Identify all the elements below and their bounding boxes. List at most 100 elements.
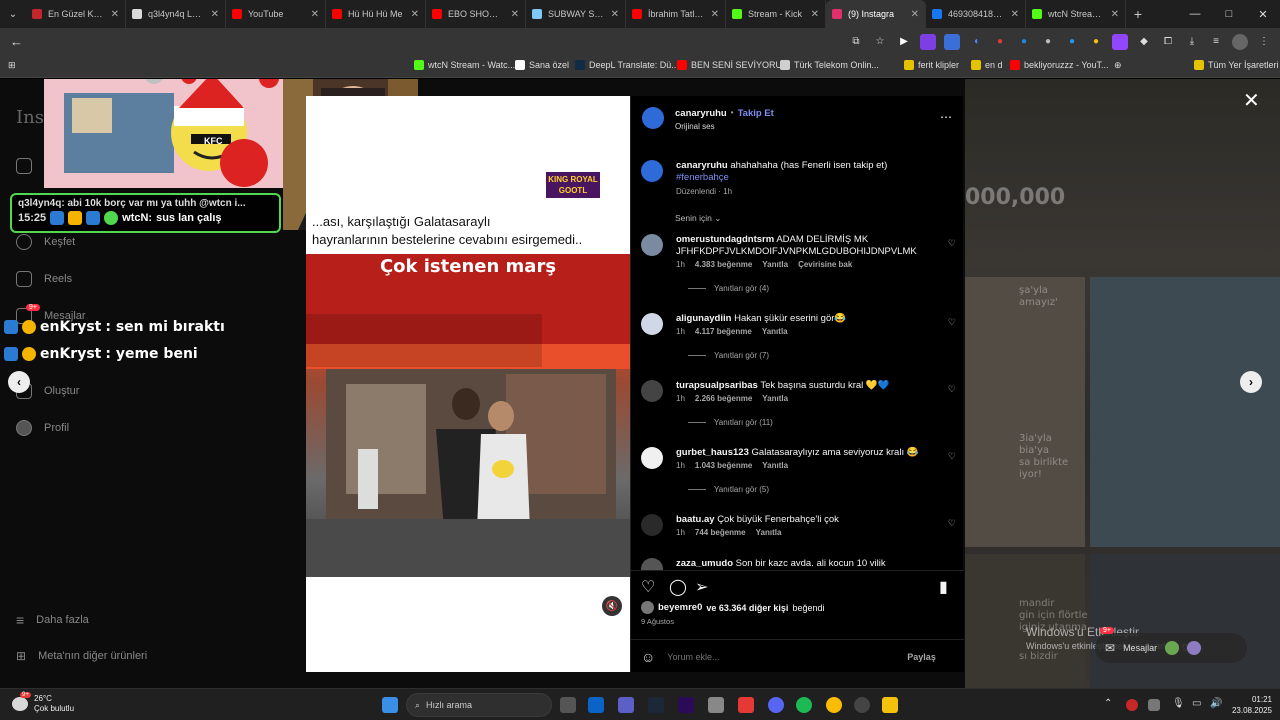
previous-post-button[interactable]: ‹ [8, 371, 30, 393]
browser-tab[interactable]: Hü Hü Hü Me ✕ [326, 0, 426, 28]
emoji-icon[interactable]: ☺ [641, 649, 655, 665]
audio-label[interactable]: Orijinal ses [675, 122, 715, 131]
heart-icon[interactable]: ♡ [641, 579, 659, 597]
new-tab-button[interactable]: + [1126, 6, 1150, 22]
steam-icon[interactable] [648, 697, 664, 713]
like-comment-heart-icon[interactable]: ♡ [948, 238, 956, 249]
bookmark-item[interactable]: BEN SENİ SEVİYORU... [677, 60, 790, 70]
view-replies-button[interactable]: Yanıtları gör (5) [688, 485, 769, 494]
liker-username[interactable]: beyemre0 [658, 602, 702, 613]
share-plane-icon[interactable]: ➢ [695, 579, 713, 597]
multicolor-extension-icon[interactable]: ● [1088, 34, 1104, 50]
bookmark-item[interactable]: Türk Telekom Onlin... [780, 60, 879, 70]
comment-likes[interactable]: 2.266 beğenme [695, 394, 752, 403]
next-post-button[interactable]: › [1240, 371, 1262, 393]
all-bookmarks-folder[interactable]: Tüm Yer İşaretleri [1194, 60, 1279, 70]
follow-button[interactable]: Takip Et [738, 108, 774, 119]
spotify-icon[interactable] [796, 697, 812, 713]
comment-reply[interactable]: Yanıtla [762, 327, 788, 336]
bookmark-item[interactable]: DeepL Translate: Dü... [575, 60, 679, 70]
browser-tab[interactable]: İbrahim Tatlıse ✕ [626, 0, 726, 28]
back-arrow-icon[interactable]: ← [10, 34, 23, 49]
close-tab-icon[interactable]: ✕ [411, 9, 419, 20]
comment-likes[interactable]: 1.043 beğenme [695, 461, 752, 470]
microphone-icon[interactable]: 🎙 [1172, 698, 1185, 709]
caption-username[interactable]: canaryruhu [676, 160, 728, 171]
play-extension-icon[interactable]: ▶ [896, 34, 912, 50]
liker-avatar[interactable] [641, 601, 654, 614]
browser-tab[interactable]: q3l4yn4q Lead ✕ [126, 0, 226, 28]
nav-profile[interactable]: Profil [16, 420, 69, 436]
cast-icon[interactable]: ⧉ [848, 34, 864, 50]
commenter-avatar[interactable] [641, 380, 663, 402]
commenter-username[interactable]: gurbet_haus123 [676, 447, 749, 458]
close-tab-icon[interactable]: ✕ [511, 9, 519, 20]
playlist-icon[interactable]: ≡ [1208, 34, 1224, 50]
premiere-icon[interactable] [678, 697, 694, 713]
commenter-username[interactable]: baatu.ay [676, 514, 715, 525]
maximize-button[interactable]: □ [1212, 0, 1246, 28]
home-icon[interactable] [16, 158, 44, 174]
like-comment-heart-icon[interactable]: ♡ [948, 451, 956, 462]
browser-tab[interactable]: Stream - Kick ✕ [726, 0, 826, 28]
reel-player[interactable]: KING ROYAL GOOTL ...ası, karşılaştığı Ga… [306, 96, 630, 672]
like-comment-heart-icon[interactable]: ♡ [948, 317, 956, 328]
hashtag-link[interactable]: #fenerbahçe [676, 172, 729, 183]
browser-tab[interactable]: YouTube ✕ [226, 0, 326, 28]
browser-tab[interactable]: wtcN Stream - ✕ [1026, 0, 1126, 28]
bookmark-item[interactable]: wtcN Stream - Watc... [414, 60, 515, 70]
blue-extension-icon[interactable]: ● [1016, 34, 1032, 50]
close-tab-icon[interactable]: ✕ [711, 9, 719, 20]
save-bookmark-icon[interactable]: ▮ [939, 579, 957, 597]
bookmark-folder[interactable]: en d [971, 60, 1003, 70]
commenter-username[interactable]: turapsualpsaribas [676, 380, 758, 391]
browser-tab[interactable]: EBO SHOW | E ✕ [426, 0, 526, 28]
view-replies-button[interactable]: Yanıtları gör (4) [688, 284, 769, 293]
comment-reply[interactable]: Yanıtla [762, 461, 788, 470]
github-icon[interactable] [854, 697, 870, 713]
taskbar-search[interactable]: ⌕ Hızlı arama [406, 693, 552, 717]
commenter-avatar[interactable] [641, 514, 663, 536]
reel-video-frame[interactable] [306, 254, 630, 577]
commenter-username[interactable]: zaza_umudo [676, 558, 733, 569]
twitch-extension-icon[interactable] [1112, 34, 1128, 50]
bookmark-item[interactable]: Sana özel [515, 60, 569, 70]
mute-button[interactable]: 🔇 [602, 596, 622, 616]
comment-reply[interactable]: Yanıtla [762, 394, 788, 403]
vpn-extension-icon[interactable]: ● [1064, 34, 1080, 50]
close-tab-icon[interactable]: ✕ [1111, 9, 1119, 20]
outlook-icon[interactable] [588, 697, 604, 713]
extension-purple-icon[interactable] [920, 34, 936, 50]
commenter-avatar[interactable] [641, 313, 663, 335]
volume-icon[interactable]: 🔊 [1210, 698, 1222, 709]
comment-icon[interactable]: ◯ [669, 579, 687, 597]
profile-avatar-icon[interactable] [1232, 34, 1248, 50]
commenter-avatar[interactable] [641, 234, 663, 256]
commenter-username[interactable]: aligunaydiin [676, 313, 731, 324]
nav-explore[interactable]: Keşfet [16, 234, 75, 250]
view-replies-button[interactable]: Yanıtları gör (7) [688, 351, 769, 360]
tray-chevron-up-icon[interactable]: ⌃ [1104, 698, 1112, 709]
more-options-icon[interactable]: ⋯ [940, 110, 952, 124]
task-view-icon[interactable] [560, 697, 576, 713]
close-tab-icon[interactable]: ✕ [911, 9, 919, 20]
comment-reply[interactable]: Yanıtla [756, 528, 782, 537]
comment-likes[interactable]: 4.117 beğenme [695, 327, 752, 336]
nav-reels[interactable]: Reels [16, 271, 72, 287]
close-tab-icon[interactable]: ✕ [811, 9, 819, 20]
close-tab-icon[interactable]: ✕ [611, 9, 619, 20]
author-avatar[interactable] [642, 107, 664, 129]
bookmark-item[interactable]: bekliyoruzzz - YouT... [1010, 60, 1109, 70]
tab-search-chevron-icon[interactable]: ⌄ [0, 0, 26, 28]
browser-tab[interactable]: SUBWAY SURF ✕ [526, 0, 626, 28]
close-tab-icon[interactable]: ✕ [111, 9, 119, 20]
sort-dropdown[interactable]: Senin için ⌄ [675, 213, 721, 224]
browser-tab[interactable]: 469308418_46 ✕ [926, 0, 1026, 28]
close-modal-button[interactable]: ✕ [1243, 88, 1260, 113]
nav-more[interactable]: ≡ Daha fazla [16, 612, 89, 628]
comment-likes[interactable]: 4.383 beğenme [695, 260, 752, 269]
settings-gear-icon[interactable] [708, 697, 724, 713]
red-app-icon[interactable] [738, 697, 754, 713]
minimize-button[interactable]: — [1178, 0, 1212, 28]
network-icon[interactable]: ▭ [1192, 698, 1201, 709]
